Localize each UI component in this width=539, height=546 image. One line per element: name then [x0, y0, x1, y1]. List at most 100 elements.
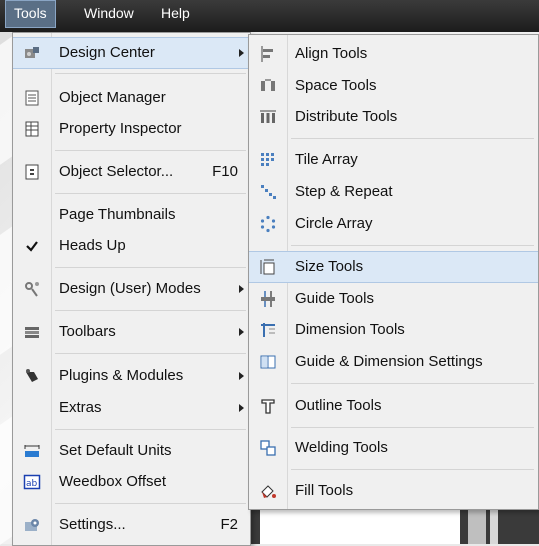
- menu-item-label: Guide Tools: [295, 290, 374, 307]
- submenu-item-space-tools[interactable]: Space Tools: [249, 71, 538, 101]
- guide-dimension-settings-icon: [260, 355, 276, 369]
- menu-item-label: Heads Up: [59, 237, 126, 254]
- menu-item-label: Property Inspector: [59, 120, 182, 137]
- menu-item-label: Set Default Units: [59, 442, 172, 459]
- menu-item-settings[interactable]: Settings... F2: [13, 510, 250, 540]
- menu-item-weedbox-offset[interactable]: ab Weedbox Offset: [13, 467, 250, 497]
- menu-item-object-manager[interactable]: Object Manager: [13, 83, 250, 113]
- size-tools-icon: [260, 259, 275, 275]
- separator: [291, 427, 534, 428]
- submenu-item-dimension-tools[interactable]: Dimension Tools: [249, 315, 538, 345]
- chevron-right-icon: [239, 328, 244, 336]
- toolbars-icon: [25, 327, 39, 338]
- shortcut-label: F2: [220, 516, 238, 533]
- menu-window[interactable]: Window: [76, 0, 142, 26]
- weedbox-icon: ab: [23, 474, 41, 490]
- step-repeat-icon: [261, 185, 276, 199]
- canvas-page: [260, 505, 460, 544]
- checkmark-icon: [26, 241, 38, 252]
- dimension-tools-icon: [261, 323, 275, 337]
- menu-tools[interactable]: Tools: [5, 0, 56, 28]
- menu-item-set-default-units[interactable]: Set Default Units: [13, 436, 250, 466]
- shortcut-label: F10: [212, 163, 238, 180]
- submenu-item-guide-dimension-settings[interactable]: Guide & Dimension Settings: [249, 347, 538, 377]
- scrollbar-track[interactable]: [468, 505, 486, 544]
- submenu-item-tile-array[interactable]: Tile Array: [249, 145, 538, 175]
- tools-menu: Design Center Object Manager Property In…: [12, 32, 251, 546]
- menu-item-label: Object Selector...: [59, 163, 174, 180]
- menu-item-label: Plugins & Modules: [59, 367, 184, 384]
- fill-tools-icon: [261, 485, 276, 498]
- separator: [55, 429, 246, 430]
- menu-item-design-user-modes[interactable]: Design (User) Modes: [13, 274, 250, 304]
- settings-icon: [25, 519, 39, 531]
- menu-item-plugins-modules[interactable]: Plugins & Modules: [13, 361, 250, 391]
- submenu-item-outline-tools[interactable]: Outline Tools: [249, 391, 538, 421]
- menu-item-toolbars[interactable]: Toolbars: [13, 317, 250, 347]
- submenu-item-align-tools[interactable]: Align Tools: [249, 39, 538, 69]
- chevron-right-icon: [239, 404, 244, 412]
- menu-item-object-selector[interactable]: Object Selector... F10: [13, 157, 250, 187]
- separator: [291, 383, 534, 384]
- chevron-right-icon: [239, 285, 244, 293]
- menu-item-label: Fill Tools: [295, 482, 354, 499]
- circle-array-icon: [260, 215, 276, 233]
- separator: [291, 469, 534, 470]
- tile-array-icon: [261, 153, 274, 166]
- space-tools-icon: [261, 79, 275, 91]
- menu-item-page-thumbnails[interactable]: Page Thumbnails: [13, 200, 250, 230]
- separator: [291, 138, 534, 139]
- submenu-item-step-repeat[interactable]: Step & Repeat: [249, 177, 538, 207]
- submenu-item-fill-tools[interactable]: Fill Tools: [249, 476, 538, 506]
- separator: [291, 245, 534, 246]
- scrollbar-track[interactable]: [490, 505, 498, 544]
- menu-item-label: Dimension Tools: [295, 321, 405, 338]
- menu-item-label: Design (User) Modes: [59, 280, 201, 297]
- menu-item-label: Page Thumbnails: [59, 206, 176, 223]
- menu-bar: Tools Window Help: [0, 0, 539, 32]
- menu-item-label: Size Tools: [295, 258, 364, 275]
- separator: [55, 73, 246, 74]
- menu-help[interactable]: Help: [153, 0, 198, 26]
- menu-item-label: Welding Tools: [295, 439, 388, 456]
- design-modes-icon: [25, 282, 39, 297]
- design-center-icon: [25, 47, 39, 58]
- submenu-item-welding-tools[interactable]: Welding Tools: [249, 433, 538, 463]
- design-center-submenu: Align Tools Space Tools Distribute Tools…: [248, 34, 539, 510]
- menu-item-label: Design Center: [59, 44, 155, 61]
- canvas-area: [250, 505, 539, 544]
- menu-item-label: Distribute Tools: [295, 108, 398, 125]
- plugins-icon: [26, 369, 38, 382]
- svg-text:ab: ab: [26, 479, 38, 489]
- menu-item-label: Guide & Dimension Settings: [295, 353, 483, 370]
- menu-item-label: Step & Repeat: [295, 183, 393, 200]
- submenu-item-distribute-tools[interactable]: Distribute Tools: [249, 102, 538, 132]
- separator: [55, 353, 246, 354]
- menu-item-label: Space Tools: [295, 77, 377, 94]
- menu-item-label: Weedbox Offset: [59, 473, 167, 490]
- align-tools-icon: [261, 46, 273, 62]
- object-selector-icon: [25, 164, 39, 180]
- menu-item-label: Align Tools: [295, 45, 368, 62]
- submenu-item-guide-tools[interactable]: Guide Tools: [249, 284, 538, 314]
- submenu-item-size-tools[interactable]: Size Tools: [249, 251, 538, 283]
- menu-item-extras[interactable]: Extras: [13, 393, 250, 423]
- welding-tools-icon: [260, 440, 276, 456]
- object-manager-icon: [25, 90, 39, 106]
- units-ruler-icon: [24, 445, 40, 457]
- separator: [55, 150, 246, 151]
- chevron-right-icon: [239, 372, 244, 380]
- menu-item-label: Extras: [59, 399, 102, 416]
- menu-item-label: Outline Tools: [295, 397, 382, 414]
- separator: [55, 503, 246, 504]
- menu-item-property-inspector[interactable]: Property Inspector: [13, 114, 250, 144]
- outline-tools-icon: [261, 399, 275, 414]
- menu-item-label: Object Manager: [59, 89, 166, 106]
- menu-item-heads-up[interactable]: Heads Up: [13, 231, 250, 261]
- menu-item-design-center[interactable]: Design Center: [13, 37, 250, 69]
- distribute-tools-icon: [260, 110, 276, 123]
- menu-item-label: Tile Array: [295, 151, 358, 168]
- submenu-item-circle-array[interactable]: Circle Array: [249, 209, 538, 239]
- separator: [55, 310, 246, 311]
- guide-tools-icon: [261, 291, 275, 307]
